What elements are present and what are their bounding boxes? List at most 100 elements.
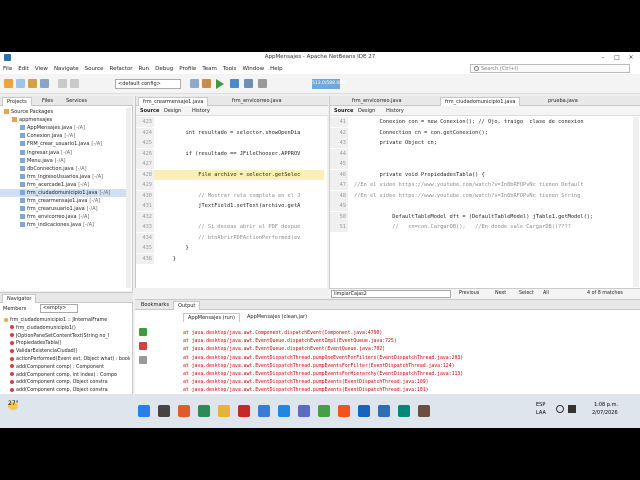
tree-item[interactable]: frm_ciudadomunicipio1.java [-/A] — [0, 189, 126, 198]
line-number[interactable]: 43 — [330, 138, 348, 148]
line-number[interactable]: 46 — [330, 169, 348, 180]
output-line[interactable]: at java.desktop/java.awt.EventDispatchTh… — [183, 379, 428, 387]
line-number[interactable]: 42 — [330, 127, 348, 138]
tab-file-ciudadomunicipio[interactable]: frm_ciudadomunicipio1.java — [440, 97, 521, 106]
code-line[interactable]: 425 — [136, 138, 324, 148]
tree-item[interactable]: frm_envicorreo.java [-/A] — [0, 213, 126, 221]
menu-tools[interactable]: Tools — [223, 66, 237, 72]
code-line[interactable]: 423 — [136, 117, 324, 127]
tab-file-envicorreo[interactable]: frm_envicorreo.java — [228, 97, 286, 106]
tree-item[interactable]: frm_acercade1.java [-/A] — [0, 181, 126, 189]
code-line[interactable]: 424 int resultado = selector.showOpenDia — [136, 127, 324, 138]
line-number[interactable]: 435 — [136, 243, 154, 253]
clean-build-icon[interactable] — [202, 79, 211, 88]
find-input[interactable]: limpiarCajas2 — [331, 290, 451, 298]
code-line[interactable]: 48 //En el video https://www.youtube.com/… — [330, 190, 630, 201]
language-indicator[interactable]: ESP — [536, 402, 545, 408]
tab-source-right[interactable]: Source — [334, 108, 353, 114]
line-number[interactable]: 47 — [330, 180, 348, 190]
code-line[interactable]: 434 // btnAbrirPDFActionPerformed(ev — [136, 232, 324, 243]
line-number[interactable]: 431 — [136, 201, 154, 211]
tree-item[interactable]: AppMensajes.java [-/A] — [0, 124, 126, 132]
tab-source[interactable]: Source — [140, 108, 159, 114]
tab-projects[interactable]: Projects — [2, 97, 32, 106]
open-project-icon[interactable] — [28, 79, 37, 88]
tree-item[interactable]: frm_indicaciones.java [-/A] — [0, 221, 126, 229]
output-line[interactable]: at java.desktop/java.awt.EventDispatchTh… — [183, 371, 463, 379]
minimize-icon[interactable]: – — [596, 53, 610, 62]
line-number[interactable]: 429 — [136, 180, 154, 190]
tab-history-right[interactable]: History — [386, 108, 404, 114]
memory-indicator[interactable]: 513.0/588.0MB — [312, 79, 346, 89]
weather-temp[interactable]: 27° — [8, 400, 19, 407]
app-icon[interactable] — [198, 405, 210, 417]
line-number[interactable]: 49 — [330, 201, 348, 211]
profile-icon[interactable] — [244, 79, 253, 88]
find-previous-button[interactable]: Previous — [459, 291, 479, 296]
output-line[interactable]: at java.desktop/java.awt.Component.dispa… — [183, 330, 382, 338]
new-project-icon[interactable] — [4, 79, 13, 88]
tree-item[interactable]: Ingresar.java [-/A] — [0, 149, 126, 157]
output-line[interactable]: at java.desktop/java.awt.EventDispatchTh… — [183, 355, 463, 363]
code-line[interactable]: 51 // cn=con.CargarDB(); //En donde sale… — [330, 222, 630, 232]
output-line[interactable]: at java.desktop/java.awt.EventQueue.disp… — [183, 346, 385, 354]
code-line[interactable]: 427 — [136, 159, 324, 169]
line-number[interactable]: 45 — [330, 159, 348, 169]
redo-icon[interactable] — [70, 79, 79, 88]
app-icon[interactable] — [418, 405, 430, 417]
line-number[interactable]: 425 — [136, 138, 154, 148]
tree-item[interactable]: Source Packages — [0, 108, 126, 116]
netbeans-taskbar-icon[interactable] — [378, 405, 390, 417]
word-icon[interactable] — [358, 405, 370, 417]
menu-edit[interactable]: Edit — [18, 66, 29, 72]
tab-history[interactable]: History — [192, 108, 210, 114]
code-line[interactable]: 428 File archivo = selector.getSelec — [136, 169, 324, 180]
menu-refactor[interactable]: Refactor — [110, 66, 133, 72]
code-line[interactable]: 435 } — [136, 243, 324, 253]
app-icon[interactable] — [398, 405, 410, 417]
menu-team[interactable]: Team — [202, 66, 217, 72]
undo-icon[interactable] — [58, 79, 67, 88]
tab-design[interactable]: Design — [164, 108, 181, 114]
menu-run[interactable]: Run — [139, 66, 150, 72]
chrome-icon[interactable] — [318, 405, 330, 417]
code-line[interactable]: 50 DefaultTableModel dft = (DefaultTable… — [330, 211, 630, 222]
tab-clean-jar-output[interactable]: AppMensajes (clean,jar) — [243, 313, 311, 322]
tab-file-crearmensaje[interactable]: frm_crearmensaje1.java — [138, 97, 209, 106]
maximize-icon[interactable]: □ — [610, 53, 624, 62]
tree-item[interactable]: Menu.java [-/A] — [0, 157, 126, 165]
editor-right-scrollbar[interactable] — [633, 117, 639, 287]
code-line[interactable]: 433 // Si deseas abrir el PDF despue — [136, 222, 324, 232]
find-all-button[interactable]: All — [543, 291, 549, 296]
tab-bookmarks[interactable]: Bookmarks — [137, 301, 173, 310]
code-area-left[interactable]: 423 424 int resultado = selector.showOpen… — [136, 117, 324, 287]
language-indicator-secondary[interactable]: LAA — [536, 410, 546, 416]
line-number[interactable]: 428 — [136, 169, 154, 180]
navigator-item[interactable]: frm_ciudadomunicipio1 :: JInternalFrame — [0, 317, 130, 325]
app-icon[interactable] — [338, 405, 350, 417]
line-number[interactable]: 427 — [136, 159, 154, 169]
tree-item[interactable]: appmensajes — [0, 116, 126, 124]
code-line[interactable]: 45 — [330, 159, 630, 169]
navigator-item[interactable]: PropiedadesTabla() — [0, 340, 130, 348]
debug-icon[interactable] — [230, 79, 239, 88]
tree-item[interactable]: FRM_crear_usuario1.java [-/A] — [0, 140, 126, 148]
navigator-item[interactable]: ValidarExistenciaCiudad() — [0, 348, 130, 356]
code-line[interactable]: 44 — [330, 148, 630, 159]
line-number[interactable]: 50 — [330, 211, 348, 222]
code-line[interactable]: 43 private Object cn; — [330, 138, 630, 148]
menu-help[interactable]: Help — [270, 66, 283, 72]
menu-debug[interactable]: Debug — [155, 66, 173, 72]
tab-files[interactable]: Files — [38, 97, 57, 106]
navigator-item[interactable]: add(Component comp, int index) : Compo — [0, 372, 130, 380]
clock-date[interactable]: 2/07/2026 — [592, 410, 618, 416]
code-line[interactable]: 429 — [136, 180, 324, 190]
app-icon[interactable] — [178, 405, 190, 417]
code-line[interactable]: 426 if (resultado == JFileChooser.APPROV — [136, 148, 324, 159]
tab-output[interactable]: Output — [173, 301, 201, 310]
code-line[interactable]: 431 jTextField1.setText(archivo.getA — [136, 201, 324, 211]
tab-file-envicorreo-right[interactable]: frm_envicorreo.java — [348, 97, 406, 106]
line-number[interactable]: 426 — [136, 148, 154, 159]
tree-item[interactable]: Conexion.java [-/A] — [0, 132, 126, 140]
output-line[interactable]: at java.desktop/java.awt.EventDispatchTh… — [183, 363, 454, 371]
